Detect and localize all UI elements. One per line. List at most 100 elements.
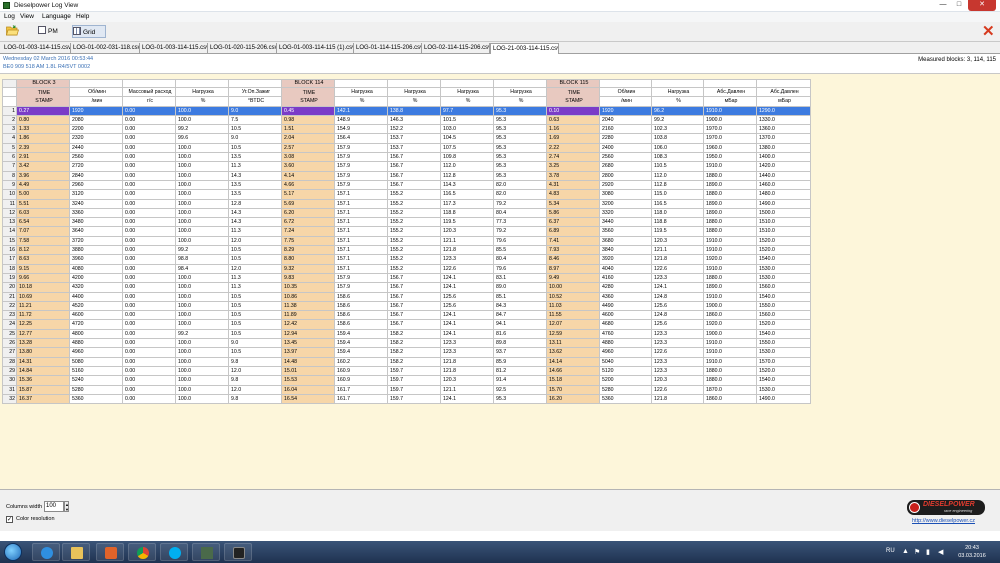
grid-cell[interactable]: 79.6 [493,263,547,274]
timestamp-cell[interactable]: 8.97 [546,263,600,274]
grid-cell[interactable]: 1920 [69,105,123,116]
timestamp-cell[interactable]: 8.29 [281,245,335,256]
timestamp-cell[interactable]: 11.72 [16,310,70,321]
grid-cell[interactable]: 112.0 [651,170,704,181]
grid-cell[interactable]: 157.1 [334,207,388,219]
grid-cell[interactable]: 3920 [599,254,652,265]
row-number[interactable]: 10 [2,189,17,200]
grid-cell[interactable]: 1880.0 [703,365,757,377]
grid-cell[interactable]: 159.7 [387,384,441,395]
grid-cell[interactable]: 116.5 [651,198,704,209]
grid-cell[interactable]: 0.00 [122,226,176,237]
flag-icon[interactable]: ⚑ [914,548,920,556]
row-number[interactable]: 2 [2,114,17,126]
table-row[interactable]: 14 7.07 3640 0.00 100.0 11.3 7.24 157.1 155.2 120… [2,226,811,237]
grid-cell[interactable]: 0.00 [122,124,176,135]
grid-cell[interactable]: 2200 [69,124,123,135]
table-row[interactable]: 18 9.15 4080 0.00 98.4 12.0 9.32 157.1 155.2 122.… [2,263,811,274]
timestamp-cell[interactable]: 4.66 [281,179,335,191]
timestamp-cell[interactable]: 9.66 [16,272,70,284]
grid-cell[interactable]: 1890.0 [703,282,757,293]
grid-cell[interactable]: 0.00 [122,347,176,358]
grid-cell[interactable]: 1370.0 [756,133,811,144]
grid-cell[interactable]: 1910.0 [703,337,757,349]
minimize-button[interactable]: — [936,0,950,11]
table-row[interactable]: 30 15.36 5240 0.00 100.0 9.8 15.53 160.9 159.7 12… [2,375,811,386]
grid-cell[interactable]: 1480.0 [756,189,811,200]
grid-cell[interactable]: 3360 [69,207,123,219]
grid-cell[interactable]: 83.1 [493,272,547,284]
grid-cell[interactable]: 0.00 [122,356,176,367]
grid-cell[interactable]: 100.0 [175,179,229,191]
row-number[interactable]: 3 [2,124,17,135]
grid-cell[interactable]: 77.3 [493,217,547,228]
grid-cell[interactable]: 2960 [69,179,123,191]
grid-cell[interactable]: 91.4 [493,375,547,386]
file-tab[interactable]: LOG-01-114-115-206.csv [354,43,422,54]
table-row[interactable]: 12 6.03 3360 0.00 100.0 14.3 6.20 157.1 155.2 118… [2,207,811,219]
timestamp-cell[interactable]: 10.69 [16,291,70,302]
grid-cell[interactable]: 0.00 [122,337,176,349]
table-row[interactable]: 19 9.66 4200 0.00 100.0 11.3 9.83 157.9 156.7 124… [2,272,811,284]
grid-cell[interactable]: 0.00 [122,375,176,386]
grid-cell[interactable]: 155.2 [387,245,441,256]
row-number[interactable]: 28 [2,356,17,367]
grid-cell[interactable]: 9.8 [228,393,282,405]
timestamp-cell[interactable]: 2.57 [281,142,335,154]
terminal-icon[interactable] [192,543,220,561]
timestamp-cell[interactable]: 8.12 [16,245,70,256]
grid-cell[interactable]: 157.9 [334,161,388,172]
grid-cell[interactable]: 1960.0 [703,142,757,154]
file-tab[interactable]: LOG-01-003-114-115 (1).csv [277,43,354,54]
grid-cell[interactable]: 85.5 [493,245,547,256]
grid-cell[interactable]: 14.3 [228,170,282,181]
row-number[interactable]: 9 [2,179,17,191]
grid-cell[interactable]: 5160 [69,365,123,377]
maximize-button[interactable]: □ [952,0,966,11]
grid-cell[interactable]: 13.5 [228,179,282,191]
timestamp-cell[interactable]: 10.35 [281,282,335,293]
tray-expand-icon[interactable]: ▲ [902,548,909,555]
grid-cell[interactable]: 94.1 [493,319,547,330]
grid-cell[interactable]: 1880.0 [703,189,757,200]
timestamp-cell[interactable]: 1.33 [16,124,70,135]
grid-cell[interactable]: 1540.0 [756,254,811,265]
row-number[interactable]: 24 [2,319,17,330]
row-number[interactable]: 12 [2,207,17,219]
grid-cell[interactable]: 82.0 [493,189,547,200]
grid-cell[interactable]: 159.7 [387,365,441,377]
grid-cell[interactable]: 1550.0 [756,337,811,349]
grid-cell[interactable]: 0.00 [122,282,176,293]
grid-cell[interactable]: 89.0 [493,282,547,293]
grid-cell[interactable]: 112.0 [440,161,494,172]
table-row[interactable]: 23 11.72 4600 0.00 100.0 10.5 11.89 158.6 156.7 1… [2,310,811,321]
grid-cell[interactable]: 13.5 [228,152,282,163]
grid-cell[interactable]: 89.8 [493,337,547,349]
grid-cell[interactable]: 4600 [69,310,123,321]
grid-cell[interactable]: 1530.0 [756,384,811,395]
grid-cell[interactable]: 0.00 [122,235,176,247]
timestamp-cell[interactable]: 7.75 [281,235,335,247]
timestamp-cell[interactable]: 12.07 [546,319,600,330]
grid-cell[interactable]: 12.0 [228,384,282,395]
grid-cell[interactable]: 2840 [69,170,123,181]
grid-cell[interactable]: 2040 [599,114,652,126]
grid-cell[interactable]: 1910.0 [703,347,757,358]
timestamp-cell[interactable]: 5.86 [546,207,600,219]
grid-cell[interactable]: 117.3 [440,198,494,209]
row-number[interactable]: 21 [2,291,17,302]
grid-cell[interactable]: 156.7 [387,272,441,284]
grid-cell[interactable]: 0.00 [122,114,176,126]
grid-cell[interactable]: 100.0 [175,393,229,405]
columns-width-spinner[interactable]: ▲ ▼ [64,501,69,512]
grid-cell[interactable]: 161.7 [334,384,388,395]
grid-cell[interactable]: 125.6 [440,291,494,302]
timestamp-cell[interactable]: 6.89 [546,226,600,237]
grid-cell[interactable]: 3560 [599,226,652,237]
grid-cell[interactable]: 1880.0 [703,226,757,237]
timestamp-cell[interactable]: 0.80 [16,114,70,126]
grid-cell[interactable]: 124.8 [651,291,704,302]
file-tab[interactable]: LOG-01-003-114-115.csv [2,43,71,54]
row-number[interactable]: 13 [2,217,17,228]
grid-cell[interactable]: 4160 [599,272,652,284]
